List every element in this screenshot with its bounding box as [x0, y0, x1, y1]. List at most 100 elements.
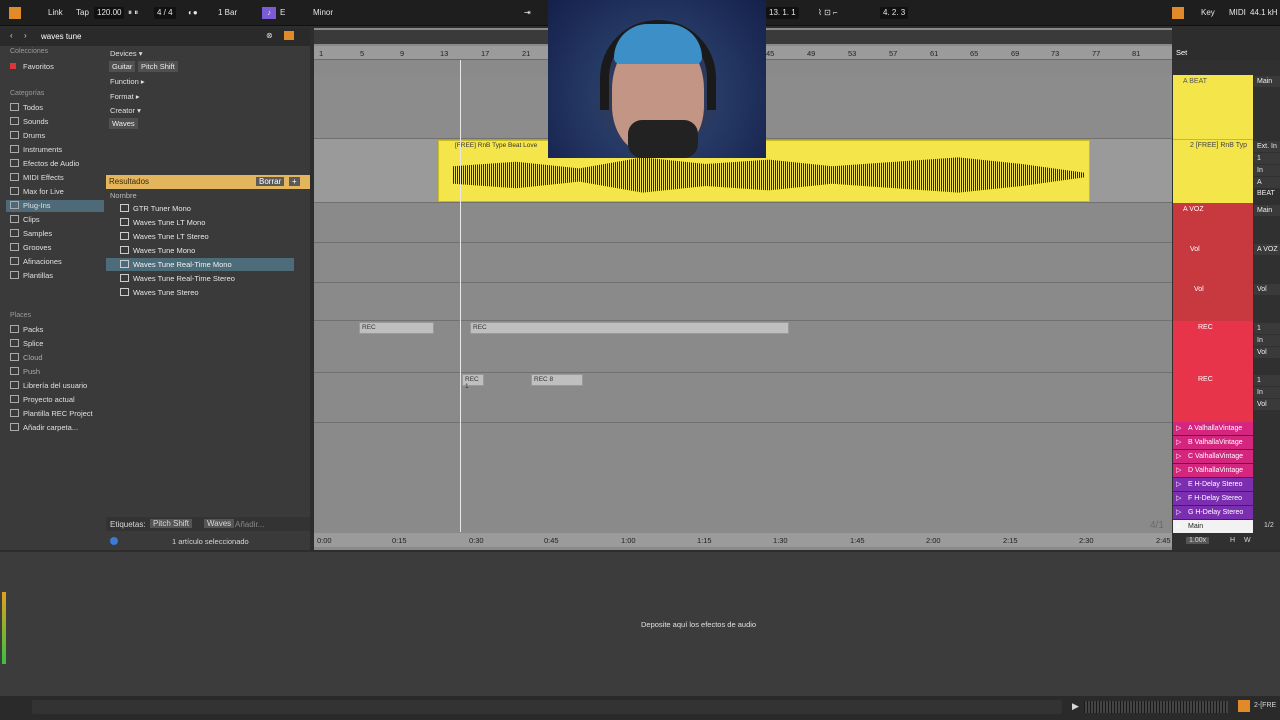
io-output[interactable]: Main	[1254, 205, 1280, 216]
forward-icon[interactable]: ›	[24, 31, 27, 40]
browser-toggle-icon[interactable]	[9, 7, 21, 19]
io-input[interactable]: Ext. In	[1254, 141, 1280, 152]
io-channel[interactable]: 1	[1254, 153, 1280, 164]
result-item[interactable]: Waves Tune LT Stereo	[120, 230, 308, 243]
sidebar-item-push[interactable]: Push	[10, 366, 40, 378]
track-lane-vol-1[interactable]	[314, 243, 1172, 283]
add-button[interactable]: +	[289, 177, 300, 186]
info-icon[interactable]	[110, 537, 118, 545]
io-output[interactable]: Main	[1254, 76, 1280, 87]
track-header-vol-2[interactable]	[1173, 283, 1253, 321]
rec-clip[interactable]: REC	[359, 322, 434, 334]
return-track[interactable]: F H-Delay Stereo	[1173, 492, 1253, 505]
result-item[interactable]: Waves Tune Real-Time Stereo	[120, 272, 308, 285]
return-track[interactable]: B ValhallaVintage	[1173, 436, 1253, 449]
track-header-rec-2[interactable]	[1173, 373, 1253, 423]
zoom-field[interactable]: 1.00x	[1186, 537, 1210, 544]
sidebar-item-samples[interactable]: Samples	[10, 228, 52, 240]
track-header-rec-1[interactable]	[1173, 321, 1253, 373]
scale-select[interactable]: Minor	[313, 7, 333, 19]
set-button[interactable]: Set	[1176, 48, 1187, 57]
track-header-vol-1[interactable]	[1173, 243, 1253, 283]
tag-waves[interactable]: Waves	[109, 118, 138, 129]
result-item[interactable]: Waves Tune Mono	[120, 244, 308, 257]
io-output[interactable]: A VOZ	[1254, 244, 1280, 255]
io-output[interactable]: Vol	[1254, 399, 1280, 410]
io-monitor[interactable]: In	[1254, 335, 1280, 346]
sidebar-item-drums[interactable]: Drums	[10, 130, 45, 142]
status-input[interactable]	[32, 700, 1062, 714]
sidebar-item-sounds[interactable]: Sounds	[10, 116, 48, 128]
midi-map-button[interactable]: MIDI	[1229, 7, 1246, 19]
key-select[interactable]: E	[280, 7, 285, 19]
draw-mode-icon[interactable]	[1172, 7, 1184, 19]
automation-icon[interactable]: ⌇ ⊡ ⌐	[818, 7, 838, 19]
key-map-button[interactable]: Key	[1201, 7, 1215, 19]
main-track[interactable]: Main	[1173, 520, 1253, 533]
io-output[interactable]: Vol	[1254, 284, 1280, 295]
return-track[interactable]: G H-Delay Stereo	[1173, 506, 1253, 519]
sidebar-item-packs[interactable]: Packs	[10, 324, 43, 336]
time-ruler[interactable]: 0:00 0:15 0:30 0:45 1:00 1:15 1:30 1:45 …	[314, 533, 1172, 547]
rec-clip[interactable]: REC	[470, 322, 789, 334]
sidebar-item-grooves[interactable]: Grooves	[10, 242, 51, 254]
sidebar-item-all[interactable]: Todos	[10, 102, 43, 114]
add-tag-link[interactable]: Añadir...	[235, 520, 264, 529]
add-filter-icon[interactable]	[284, 31, 294, 40]
return-track[interactable]: E H-Delay Stereo	[1173, 478, 1253, 491]
sidebar-item-favorites[interactable]: Favoritos	[10, 61, 54, 73]
sidebar-item-templates[interactable]: Plantillas	[10, 270, 53, 282]
sidebar-item-user-library[interactable]: Librería del usuario	[10, 380, 87, 392]
time-signature[interactable]: 4 / 4	[154, 7, 176, 19]
result-item-selected[interactable]: Waves Tune Real-Time Mono	[106, 258, 294, 271]
sidebar-item-tunings[interactable]: Afinaciones	[10, 256, 62, 268]
loop-length[interactable]: 4. 2. 3	[880, 7, 909, 19]
io-monitor[interactable]: In	[1254, 387, 1280, 398]
search-input[interactable]: waves tune	[41, 32, 81, 41]
track-lane-voz[interactable]	[314, 203, 1172, 243]
return-track[interactable]: A ValhallaVintage	[1173, 422, 1253, 435]
creator-filter[interactable]: Creator ▾	[110, 106, 141, 115]
link-button[interactable]: Link	[48, 7, 63, 19]
return-track[interactable]: C ValhallaVintage	[1173, 450, 1253, 463]
nudge-icon[interactable]: ⏸ ⏸	[128, 7, 138, 19]
name-column-header[interactable]: Nombre	[110, 191, 137, 200]
tempo-field[interactable]: 120.00	[94, 7, 125, 19]
rec-clip[interactable]: REC 8	[531, 374, 583, 386]
clear-search-icon[interactable]: ⊗	[266, 31, 273, 40]
width-toggle[interactable]: W	[1244, 537, 1251, 544]
follow-icon[interactable]: ⇥	[524, 7, 531, 19]
sidebar-item-max-for-live[interactable]: Max for Live	[10, 186, 64, 198]
devices-filter[interactable]: Devices ▾	[110, 49, 143, 58]
quantize-select[interactable]: 1 Bar	[218, 7, 237, 19]
io-output[interactable]: Vol	[1254, 347, 1280, 358]
sidebar-item-audio-effects[interactable]: Efectos de Audio	[10, 158, 79, 170]
result-item[interactable]: GTR Tuner Mono	[120, 202, 308, 215]
result-item[interactable]: Waves Tune LT Mono	[120, 216, 308, 229]
song-position[interactable]: 13. 1. 1	[766, 7, 799, 19]
sidebar-item-midi-effects[interactable]: MIDI Effects	[10, 172, 64, 184]
function-filter[interactable]: Function ▸	[110, 77, 145, 86]
io-channel[interactable]: 1	[1254, 323, 1280, 334]
return-track[interactable]: D ValhallaVintage	[1173, 464, 1253, 477]
tap-button[interactable]: Tap	[76, 7, 89, 19]
sidebar-item-rec-template[interactable]: Plantilla REC Project	[10, 408, 93, 420]
sidebar-item-current-project[interactable]: Proyecto actual	[10, 394, 75, 406]
sidebar-item-add-folder[interactable]: Añadir carpeta...	[10, 422, 78, 434]
sidebar-item-clips[interactable]: Clips	[10, 214, 40, 226]
clip-overview[interactable]	[1084, 701, 1228, 713]
track-lane-rec-2[interactable]	[314, 373, 1172, 423]
scale-mode-icon[interactable]: ♪	[262, 7, 276, 19]
height-toggle[interactable]: H	[1230, 537, 1235, 544]
back-icon[interactable]: ‹	[10, 31, 13, 40]
tag-chip-pitch-shift[interactable]: Pitch Shift	[150, 519, 193, 528]
play-icon[interactable]: ▶	[1072, 701, 1079, 712]
sidebar-item-splice[interactable]: Splice	[10, 338, 43, 350]
sidebar-item-instruments[interactable]: Instruments	[10, 144, 62, 156]
io-channel[interactable]: 1	[1254, 375, 1280, 386]
sidebar-item-cloud[interactable]: Cloud	[10, 352, 43, 364]
io-output[interactable]: A BEAT	[1254, 177, 1280, 197]
warning-icon[interactable]	[1238, 700, 1250, 712]
track-lane-vol-2[interactable]	[314, 283, 1172, 321]
tag-pitch-shift[interactable]: Pitch Shift	[138, 61, 178, 72]
